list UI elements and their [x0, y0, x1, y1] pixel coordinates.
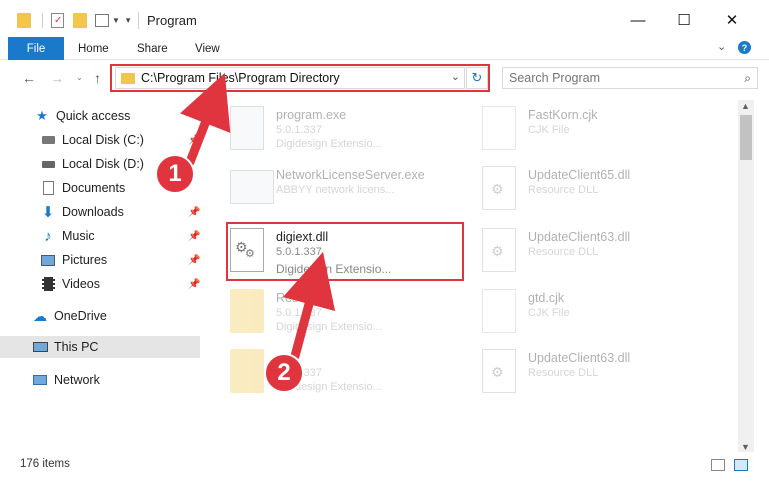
arrow-to-address — [180, 72, 231, 167]
callout-step-1: 1 — [155, 154, 195, 194]
callout-step-2: 2 — [264, 353, 304, 393]
arrow-to-file — [282, 251, 336, 361]
annotation-arrows — [180, 72, 336, 361]
